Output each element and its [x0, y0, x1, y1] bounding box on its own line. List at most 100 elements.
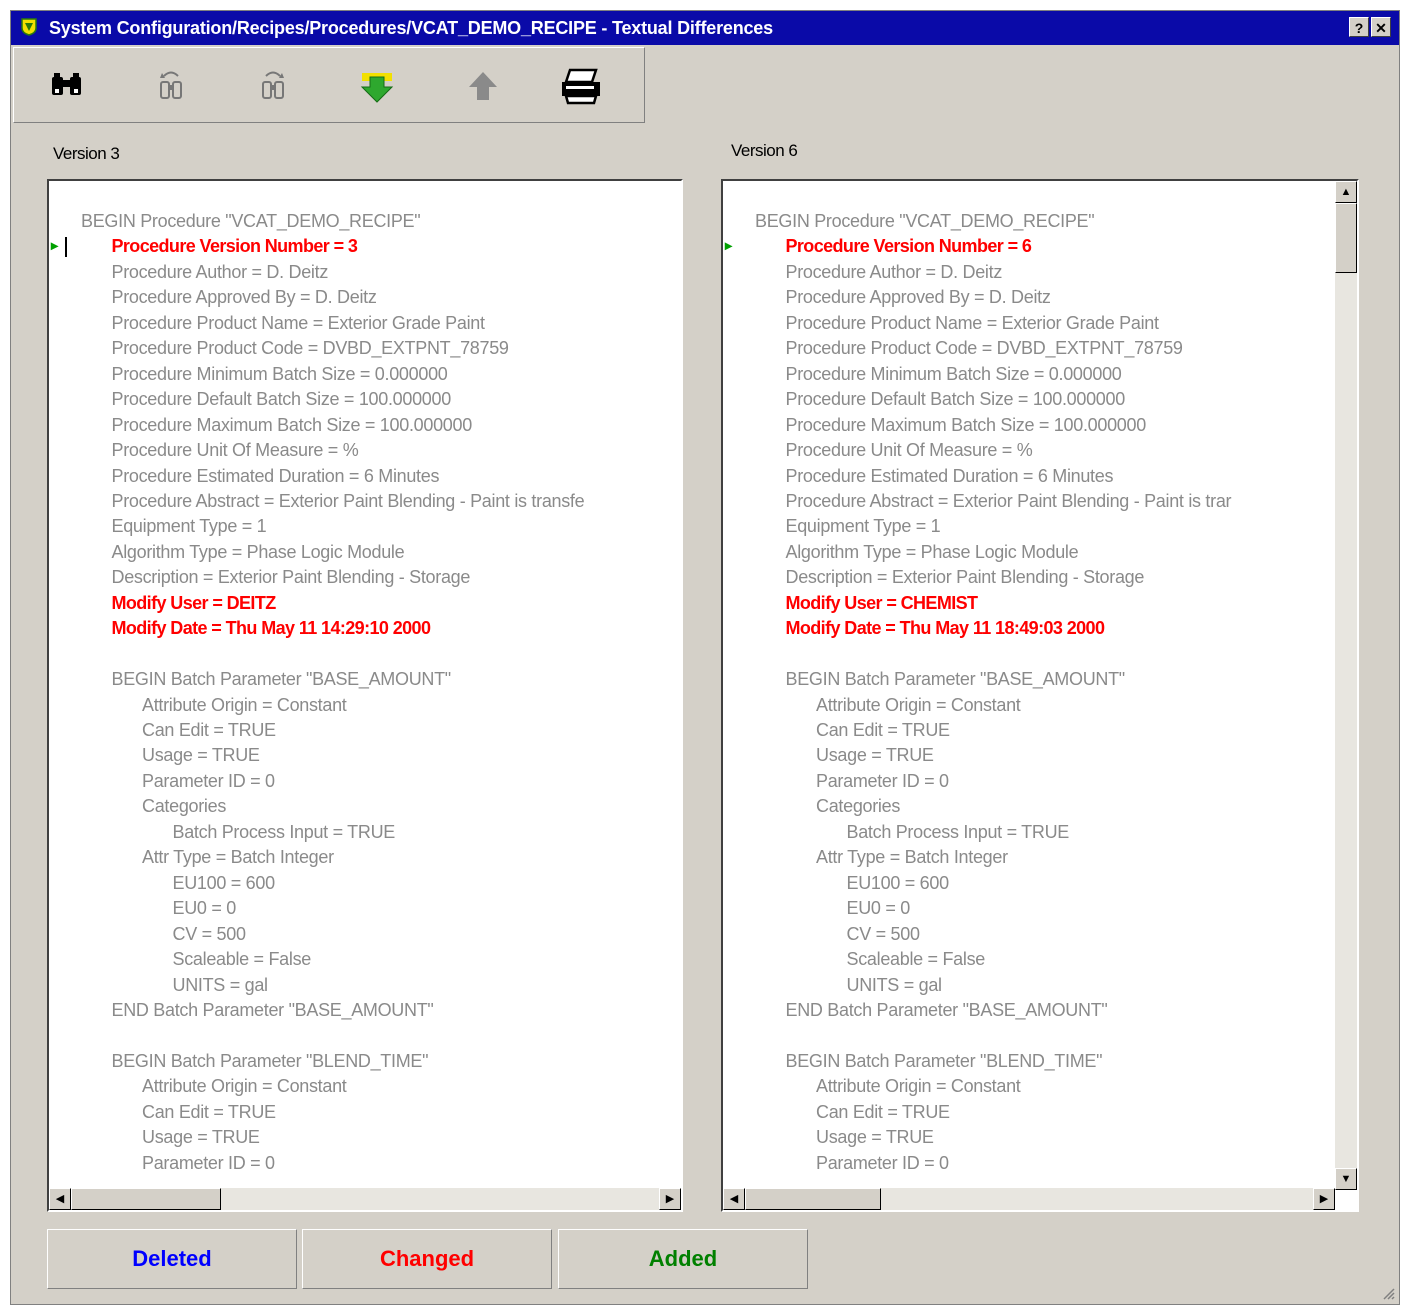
diff-line: EU0 = 0: [846, 898, 911, 919]
diff-line: Procedure Default Batch Size = 100.00000…: [111, 389, 452, 410]
diff-line: Usage = TRUE: [142, 745, 260, 766]
diff-line: Parameter ID = 0: [142, 770, 275, 791]
diff-line: CV = 500: [846, 923, 920, 944]
diff-line: Procedure Maximum Batch Size = 100.00000…: [111, 414, 473, 435]
diff-line: Procedure Minimum Batch Size = 0.000000: [111, 363, 448, 384]
diff-line: Usage = TRUE: [816, 1127, 934, 1148]
diff-line: BEGIN Batch Parameter "BLEND_TIME": [111, 1050, 429, 1071]
right-version-pane[interactable]: BEGIN Procedure "VCAT_DEMO_RECIPE" Proced…: [721, 179, 1359, 1212]
diff-line: Categories: [142, 796, 227, 817]
find-previous-icon: [160, 71, 182, 99]
diff-line: Attr Type = Batch Integer: [816, 847, 1008, 868]
diff-line: BEGIN Procedure "VCAT_DEMO_RECIPE": [755, 211, 1095, 231]
diff-line: BEGIN Batch Parameter "BASE_AMOUNT": [785, 669, 1126, 690]
diff-line: Procedure Approved By = D. Deitz: [111, 287, 377, 308]
find-previous-button[interactable]: [146, 64, 196, 108]
changed-line: Modify Date = Thu May 11 18:49:03 2000: [785, 618, 1105, 639]
toolbar: [13, 47, 645, 123]
diff-line: Procedure Abstract = Exterior Paint Blen…: [111, 490, 585, 511]
find-next-icon: [262, 71, 284, 99]
current-difference-marker-icon: ▸: [51, 237, 59, 253]
diff-line: Parameter ID = 0: [816, 770, 949, 791]
diff-line: Attribute Origin = Constant: [816, 694, 1021, 715]
resize-grip-icon[interactable]: [1381, 1286, 1395, 1300]
diff-line: Scaleable = False: [846, 949, 986, 970]
diff-line: Procedure Estimated Duration = 6 Minutes: [785, 465, 1114, 486]
diff-line: END Batch Parameter "BASE_AMOUNT": [111, 999, 434, 1020]
diff-line: Batch Process Input = TRUE: [172, 821, 396, 842]
close-button[interactable]: ✕: [1371, 17, 1391, 37]
scroll-right-button[interactable]: ▶: [659, 1188, 681, 1210]
diff-line: Algorithm Type = Phase Logic Module: [785, 541, 1079, 562]
changed-line: Modify User = CHEMIST: [785, 592, 979, 613]
diff-line: UNITS = gal: [172, 974, 269, 995]
right-vertical-scrollbar[interactable]: ▲ ▼: [1335, 181, 1357, 1190]
diff-line: Scaleable = False: [172, 949, 312, 970]
help-button[interactable]: ?: [1349, 17, 1369, 37]
print-icon: [562, 68, 600, 105]
diff-line: Procedure Estimated Duration = 6 Minutes: [111, 465, 440, 486]
find-button[interactable]: [42, 64, 92, 108]
diff-line: Procedure Product Code = DVBD_EXTPNT_787…: [111, 338, 509, 359]
diff-line: BEGIN Procedure "VCAT_DEMO_RECIPE": [81, 211, 421, 231]
diff-line: Usage = TRUE: [142, 1127, 260, 1148]
next-difference-icon: [360, 73, 394, 103]
diff-line: EU100 = 600: [846, 872, 950, 893]
app-shield-icon: [21, 18, 37, 36]
diff-line: Procedure Unit Of Measure = %: [111, 440, 359, 461]
diff-line: Procedure Abstract = Exterior Paint Blen…: [785, 490, 1232, 511]
scroll-right-button[interactable]: ▶: [1313, 1188, 1335, 1210]
diff-line: Procedure Approved By = D. Deitz: [785, 287, 1051, 308]
scroll-down-button[interactable]: ▼: [1335, 1168, 1357, 1190]
changed-line: Modify User = DEITZ: [111, 592, 277, 613]
right-horizontal-scrollbar[interactable]: ◀ ▶: [723, 1188, 1335, 1210]
window-title: System Configuration/Recipes/Procedures/…: [49, 18, 773, 38]
legend-changed[interactable]: Changed: [302, 1229, 552, 1289]
changed-line: Procedure Version Number = 3: [111, 236, 358, 257]
print-button[interactable]: [556, 64, 606, 108]
diff-line: Can Edit = TRUE: [816, 720, 950, 740]
title-bar[interactable]: System Configuration/Recipes/Procedures/…: [11, 11, 1399, 45]
left-version-pane[interactable]: BEGIN Procedure "VCAT_DEMO_RECIPE" Proced…: [47, 179, 683, 1212]
scroll-up-button[interactable]: ▲: [1335, 181, 1357, 203]
left-version-label: Version 3: [53, 144, 120, 163]
diff-line: Procedure Product Name = Exterior Grade …: [111, 312, 485, 333]
diff-line: Attr Type = Batch Integer: [142, 847, 334, 868]
left-text-area[interactable]: BEGIN Procedure "VCAT_DEMO_RECIPE" Proced…: [49, 181, 681, 1210]
diff-line: Procedure Minimum Batch Size = 0.000000: [785, 363, 1122, 384]
diff-line: BEGIN Batch Parameter "BLEND_TIME": [785, 1050, 1103, 1071]
current-difference-marker-icon: ▸: [725, 237, 733, 253]
find-next-button[interactable]: [248, 64, 298, 108]
diff-line: Procedure Author = D. Deitz: [111, 261, 329, 282]
right-hscroll-thumb[interactable]: [745, 1188, 881, 1210]
left-hscroll-thumb[interactable]: [71, 1188, 221, 1210]
find-icon: [52, 73, 81, 95]
previous-difference-icon: [469, 72, 497, 100]
diff-line: Algorithm Type = Phase Logic Module: [111, 541, 405, 562]
diff-line: Procedure Product Name = Exterior Grade …: [785, 312, 1159, 333]
next-difference-button[interactable]: [352, 64, 402, 108]
diff-line: CV = 500: [172, 923, 246, 944]
legend-deleted[interactable]: Deleted: [47, 1229, 297, 1289]
scroll-left-button[interactable]: ◀: [723, 1188, 745, 1210]
diff-line: Can Edit = TRUE: [142, 720, 276, 740]
diff-line: END Batch Parameter "BASE_AMOUNT": [785, 999, 1108, 1020]
diff-line: Procedure Default Batch Size = 100.00000…: [785, 389, 1126, 410]
previous-difference-button[interactable]: [458, 64, 508, 108]
diff-line: UNITS = gal: [846, 974, 943, 995]
diff-line: Procedure Product Code = DVBD_EXTPNT_787…: [785, 338, 1183, 359]
legend-added[interactable]: Added: [558, 1229, 808, 1289]
diff-line: Attribute Origin = Constant: [142, 1076, 347, 1097]
right-vscroll-thumb[interactable]: [1335, 203, 1357, 273]
diff-line: EU100 = 600: [172, 872, 276, 893]
diff-line: Can Edit = TRUE: [142, 1101, 276, 1122]
diff-line: BEGIN Batch Parameter "BASE_AMOUNT": [111, 669, 452, 690]
diff-line: Procedure Unit Of Measure = %: [785, 440, 1033, 461]
diff-line: Batch Process Input = TRUE: [846, 821, 1070, 842]
left-horizontal-scrollbar[interactable]: ◀ ▶: [49, 1188, 681, 1210]
scroll-left-button[interactable]: ◀: [49, 1188, 71, 1210]
text-caret: [65, 237, 67, 257]
right-text-area[interactable]: BEGIN Procedure "VCAT_DEMO_RECIPE" Proced…: [723, 181, 1335, 1210]
diff-line: EU0 = 0: [172, 898, 237, 919]
diff-line: Equipment Type = 1: [111, 516, 267, 537]
